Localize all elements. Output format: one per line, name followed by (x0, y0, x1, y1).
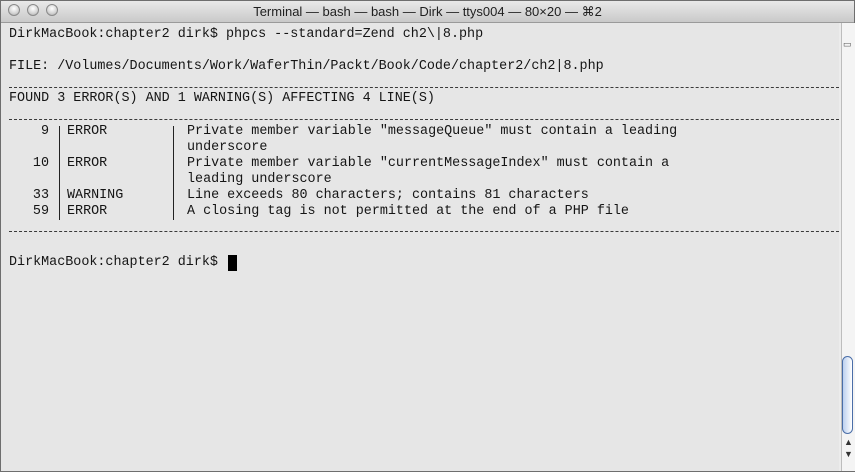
table-cell-message: Line exceeds 80 characters; contains 81 … (187, 188, 589, 203)
terminal-window: Terminal — bash — bash — Dirk — ttys004 … (0, 0, 855, 472)
command-line: DirkMacBook:chapter2 dirk$ phpcs --stand… (9, 27, 484, 42)
table-cell-message: A closing tag is not permitted at the en… (187, 204, 629, 219)
title-bar[interactable]: Terminal — bash — bash — Dirk — ttys004 … (1, 1, 854, 23)
file-line: FILE: /Volumes/Documents/Work/WaferThin/… (9, 59, 604, 74)
column-divider (173, 126, 174, 220)
window-title: Terminal — bash — bash — Dirk — ttys004 … (253, 4, 602, 19)
table-cell-type: ERROR (67, 124, 108, 139)
shell-prompt: DirkMacBook:chapter2 dirk$ (9, 255, 237, 271)
scroll-up-arrow-icon[interactable]: ▲ (844, 437, 853, 447)
table-cell-line: 59 (32, 204, 49, 219)
table-cell-line: 9 (40, 124, 49, 139)
vertical-scrollbar[interactable]: ▭ ▲ ▼ (841, 23, 855, 471)
scroll-down-arrow-icon[interactable]: ▼ (844, 449, 853, 459)
split-pane-icon[interactable]: ▭ (843, 39, 852, 50)
scrollbar-thumb[interactable] (842, 356, 853, 434)
table-cell-type: ERROR (67, 156, 108, 171)
table-cell-message: Private member variable "currentMessageI… (187, 156, 670, 171)
table-cell-message-continuation: leading underscore (187, 172, 332, 187)
terminal-output[interactable]: DirkMacBook:chapter2 dirk$ phpcs --stand… (1, 23, 839, 471)
table-cell-line: 10 (32, 156, 49, 171)
table-cell-type: WARNING (67, 188, 124, 203)
text-cursor (227, 255, 237, 271)
separator-line (9, 119, 839, 120)
table-cell-type: ERROR (67, 204, 108, 219)
table-cell-line: 33 (32, 188, 49, 203)
prompt-text: DirkMacBook:chapter2 dirk$ (9, 255, 226, 270)
table-cell-message-continuation: underscore (187, 140, 268, 155)
column-divider (59, 126, 60, 220)
separator-line (9, 87, 839, 88)
summary-line: FOUND 3 ERROR(S) AND 1 WARNING(S) AFFECT… (9, 91, 435, 106)
separator-line (9, 231, 839, 232)
table-cell-message: Private member variable "messageQueue" m… (187, 124, 678, 139)
